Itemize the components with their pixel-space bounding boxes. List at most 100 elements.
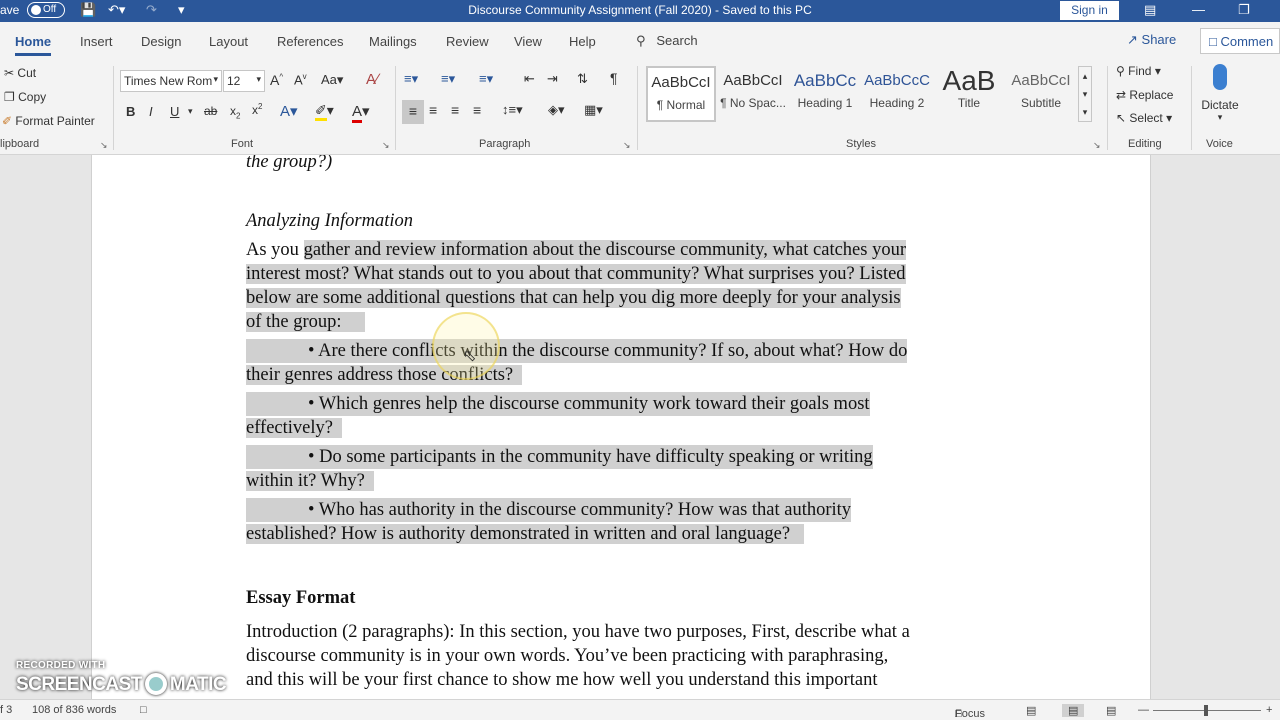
grow-font-icon[interactable]: A^ xyxy=(270,72,283,88)
text-line: effectively? xyxy=(246,416,343,440)
share-button[interactable]: ↗ Share xyxy=(1127,32,1176,48)
increase-indent-icon[interactable]: ⇥ xyxy=(547,71,558,87)
proofing-icon[interactable]: □ xyxy=(140,704,147,716)
show-formatting-marks-icon[interactable]: ¶ xyxy=(610,70,618,86)
dictate-button[interactable]: Dictate ▾ xyxy=(1200,64,1240,123)
style-subtitle[interactable]: AaBbCcI Subtitle xyxy=(1006,66,1076,122)
sign-in-button[interactable]: Sign in xyxy=(1060,1,1119,20)
superscript-button[interactable]: x2 xyxy=(252,102,262,117)
paragraph-launcher-icon[interactable]: ↘ xyxy=(623,140,631,151)
clipboard-launcher-icon[interactable]: ↘ xyxy=(100,140,108,151)
style-preview: AaBbCcI xyxy=(723,72,783,89)
divider xyxy=(113,66,114,150)
format-painter-button[interactable]: ✐ Format Painter xyxy=(2,114,95,128)
styles-launcher-icon[interactable]: ↘ xyxy=(1093,140,1101,151)
print-layout-icon[interactable]: ▤ xyxy=(1062,704,1085,717)
tab-design[interactable]: Design xyxy=(141,34,181,49)
shading-icon[interactable]: ◈▾ xyxy=(548,102,565,118)
tab-view[interactable]: View xyxy=(514,34,542,49)
save-icon[interactable]: 💾 xyxy=(80,2,96,18)
font-size-select[interactable]: 12 ▾ xyxy=(223,70,265,92)
ribbon-display-options-icon[interactable]: ▤ xyxy=(1144,2,1156,18)
italic-button[interactable]: I xyxy=(149,104,153,119)
redo-icon[interactable]: ↷ xyxy=(146,2,157,18)
line-spacing-icon[interactable]: ↕≡▾ xyxy=(502,102,523,118)
multilevel-list-icon[interactable]: ≡▾ xyxy=(479,71,493,87)
style-heading-1[interactable]: AaBbCc Heading 1 xyxy=(790,66,860,122)
read-mode-icon[interactable]: ▤ xyxy=(1026,704,1036,717)
find-button[interactable]: ⚲ Find ▾ xyxy=(1116,64,1161,78)
bold-button[interactable]: B xyxy=(126,104,135,119)
customize-quick-access-icon[interactable]: ▾ xyxy=(178,2,185,18)
page-count[interactable]: f 3 xyxy=(0,704,12,716)
underline-options-icon[interactable]: ▾ xyxy=(188,106,193,117)
font-color-icon[interactable]: A▾ xyxy=(352,102,370,123)
comments-button[interactable]: □ Commen xyxy=(1200,28,1280,54)
cut-button[interactable]: ✂ Cut xyxy=(4,66,36,80)
subscript-button[interactable]: x2 xyxy=(230,104,240,120)
bullets-icon[interactable]: ≡▾ xyxy=(404,71,418,87)
autosave-toggle[interactable]: Off xyxy=(27,2,65,18)
replace-button[interactable]: ⇄ Replace xyxy=(1116,88,1173,102)
styles-scroll[interactable]: ▴ ▾ ▾ xyxy=(1078,66,1092,122)
select-button[interactable]: ↖ Select ▾ xyxy=(1116,111,1172,125)
style-no-spacing[interactable]: AaBbCcI ¶ No Spac... xyxy=(718,66,788,122)
borders-icon[interactable]: ▦▾ xyxy=(584,102,603,118)
toggle-knob xyxy=(31,5,41,15)
numbering-icon[interactable]: ≡▾ xyxy=(441,71,455,87)
search-box[interactable]: ⚲ Search xyxy=(636,33,698,49)
style-name: ¶ No Spac... xyxy=(720,96,786,110)
text-effects-icon[interactable]: A▾ xyxy=(280,102,298,120)
word-count[interactable]: 108 of 836 words xyxy=(32,704,116,716)
undo-icon[interactable]: ↶▾ xyxy=(108,2,125,18)
heading-essay-format: Essay Format xyxy=(246,588,356,608)
web-layout-icon[interactable]: ▤ xyxy=(1106,704,1116,717)
clipboard-group-label: lipboard xyxy=(0,138,40,150)
title-bar: ave Off 💾 ↶▾ ↷ ▾ Discourse Community Ass… xyxy=(0,0,1280,22)
replace-icon: ⇄ xyxy=(1116,88,1127,102)
style-title[interactable]: AaB Title xyxy=(934,66,1004,122)
zoom-slider-thumb[interactable] xyxy=(1204,705,1208,716)
tab-layout[interactable]: Layout xyxy=(209,34,248,49)
align-center-icon[interactable]: ≡ xyxy=(429,102,437,118)
align-left-icon[interactable]: ≡ xyxy=(402,100,424,124)
tab-review[interactable]: Review xyxy=(446,34,489,49)
zoom-out-icon[interactable]: — xyxy=(1138,704,1149,716)
style-name: Subtitle xyxy=(1020,96,1062,110)
restore-icon[interactable]: ❐ xyxy=(1238,2,1250,18)
underline-button[interactable]: U xyxy=(170,104,179,119)
tab-references[interactable]: References xyxy=(277,34,343,49)
document-canvas[interactable]: the group?) Analyzing Information As you… xyxy=(0,155,1280,699)
clear-formatting-icon[interactable]: A∕ xyxy=(366,71,379,88)
strikethrough-button[interactable]: ab xyxy=(204,104,217,118)
shrink-font-icon[interactable]: Av xyxy=(294,72,307,87)
font-group-label: Font xyxy=(231,138,254,150)
minimize-icon[interactable]: — xyxy=(1192,2,1205,17)
selected-text: interest most? What stands out to you ab… xyxy=(246,264,906,284)
style-heading-2[interactable]: AaBbCcC Heading 2 xyxy=(862,66,932,122)
tab-insert[interactable]: Insert xyxy=(80,34,113,49)
comments-label: Commen xyxy=(1220,34,1274,49)
font-family-value: Times New Rom xyxy=(124,74,213,88)
decrease-indent-icon[interactable]: ⇤ xyxy=(524,71,535,87)
style-preview: AaB xyxy=(942,65,996,96)
sort-icon[interactable]: ⇅ xyxy=(577,71,588,87)
tab-home[interactable]: Home xyxy=(15,34,52,56)
tab-mailings[interactable]: Mailings xyxy=(369,34,417,49)
font-launcher-icon[interactable]: ↘ xyxy=(382,140,390,151)
text-line: below are some additional questions that… xyxy=(246,286,901,310)
tab-help[interactable]: Help xyxy=(569,34,596,49)
align-right-icon[interactable]: ≡ xyxy=(451,102,459,118)
copy-button[interactable]: ❐ Copy xyxy=(4,90,46,104)
voice-group-label: Voice xyxy=(1206,138,1233,150)
cursor-icon: ↖ xyxy=(1116,111,1127,125)
ribbon-home: ✂ Cut ❐ Copy ✐ Format Painter lipboard ↘… xyxy=(0,62,1280,155)
change-case-icon[interactable]: Aa▾ xyxy=(321,72,343,88)
highlight-icon[interactable]: ✐▾ xyxy=(315,102,334,121)
justify-icon[interactable]: ≡ xyxy=(473,102,481,118)
text-line: interest most? What stands out to you ab… xyxy=(246,262,906,286)
selected-text: established? How is authority demonstrat… xyxy=(246,524,791,544)
zoom-in-icon[interactable]: + xyxy=(1266,704,1272,716)
font-family-select[interactable]: Times New Rom ▾ xyxy=(120,70,222,92)
style-normal[interactable]: AaBbCcI ¶ Normal xyxy=(646,66,716,122)
